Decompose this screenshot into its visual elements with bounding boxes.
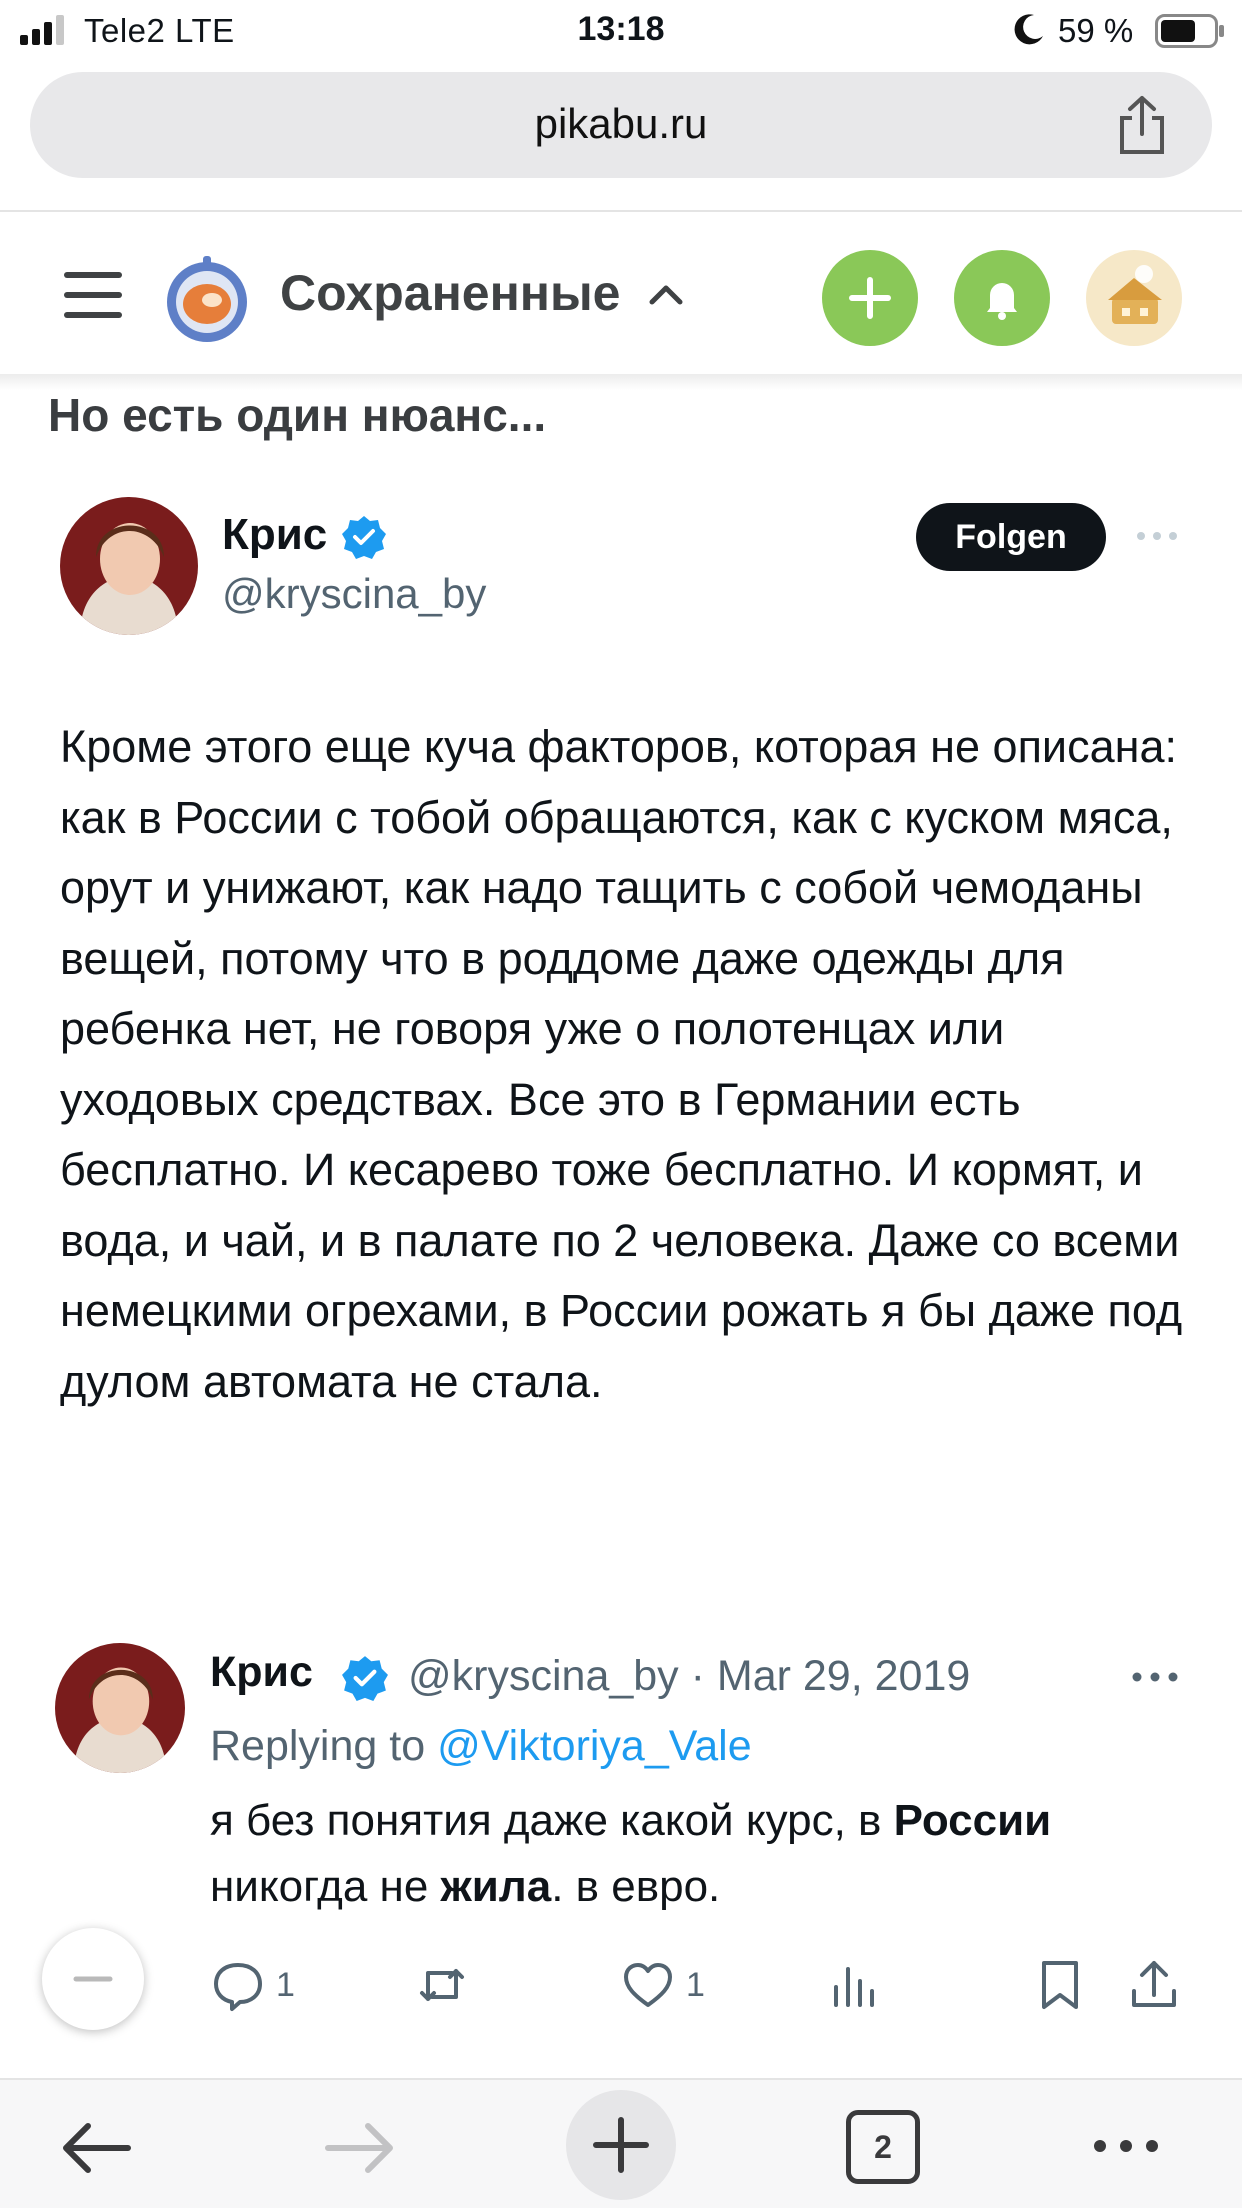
reply-text-bold: жила xyxy=(440,1862,552,1911)
reply-count: 1 xyxy=(276,1966,295,2004)
reply-author-name[interactable]: Крис xyxy=(210,1648,313,1697)
reply-text-part: я без понятия даже какой курс, в xyxy=(210,1796,894,1845)
replying-mention[interactable]: @Viktoriya_Vale xyxy=(437,1722,752,1770)
caret-up-icon[interactable] xyxy=(648,280,684,308)
tweet-actions: 1 1 xyxy=(0,1950,1242,2020)
pikabu-logo[interactable] xyxy=(162,252,252,344)
section-title[interactable]: Сохраненные xyxy=(280,264,620,322)
minus-icon xyxy=(73,1976,113,1982)
reply-handle-date[interactable]: @kryscina_by · Mar 29, 2019 xyxy=(408,1652,970,1701)
like-icon xyxy=(624,1963,672,2007)
clock: 13:18 xyxy=(577,10,665,48)
menu-dots xyxy=(1094,2140,1158,2152)
battery-icon xyxy=(1155,14,1224,48)
moon-icon xyxy=(1014,14,1043,45)
back-arrow-icon xyxy=(63,2123,131,2173)
reply-author-avatar[interactable] xyxy=(55,1643,185,1773)
bell-icon xyxy=(987,283,1017,320)
profile-photo xyxy=(60,497,198,635)
user-avatar-button[interactable] xyxy=(1086,250,1182,346)
back-button[interactable] xyxy=(58,2118,134,2178)
avatar xyxy=(1108,265,1162,324)
menu-icon[interactable] xyxy=(64,272,122,318)
reply-text: я без понятия даже какой курс, в России … xyxy=(210,1788,1190,1920)
profile-photo xyxy=(55,1643,185,1773)
share-icon[interactable] xyxy=(1114,94,1170,156)
address-bar[interactable]: pikabu.ru xyxy=(30,72,1212,178)
more-icon[interactable] xyxy=(1134,524,1180,548)
plus-icon xyxy=(849,277,891,319)
plus-icon xyxy=(593,2117,649,2173)
url-text: pikabu.ru xyxy=(534,100,708,147)
browser-toolbar: 2 xyxy=(0,2078,1242,2208)
replying-prefix: Replying to xyxy=(210,1722,426,1770)
reply-icon xyxy=(214,1963,262,2011)
follow-button[interactable]: Folgen xyxy=(916,503,1106,571)
post-title[interactable]: Но есть один нюанс... xyxy=(48,388,546,442)
replying-to: Replying to @Viktoriya_Vale xyxy=(210,1722,752,1771)
views-icon xyxy=(834,1967,874,2007)
more-icon[interactable] xyxy=(1090,2134,1162,2158)
bookmark-icon xyxy=(1042,1961,1078,2009)
forward-arrow-icon xyxy=(325,2123,393,2173)
notifications-button[interactable] xyxy=(954,250,1050,346)
verified-icon xyxy=(342,516,386,559)
forward-button[interactable] xyxy=(322,2118,398,2178)
battery-percent: 59 % xyxy=(1058,12,1134,49)
author-name[interactable]: Крис xyxy=(222,510,327,560)
retweet-icon xyxy=(420,1969,464,2001)
reply-text-part: никогда не xyxy=(210,1862,441,1911)
app-header: Сохраненные xyxy=(0,212,1242,374)
reply-text-part: . в евро. xyxy=(551,1862,721,1911)
more-icon[interactable] xyxy=(1130,1664,1180,1690)
share-icon xyxy=(1132,1961,1176,2007)
author-handle[interactable]: @kryscina_by xyxy=(222,570,486,618)
verified-icon xyxy=(342,1656,388,1701)
collapse-button[interactable] xyxy=(42,1928,144,2030)
tabs-button[interactable]: 2 xyxy=(846,2110,920,2184)
reply-text-bold: России xyxy=(893,1796,1052,1845)
add-post-button[interactable] xyxy=(822,250,918,346)
new-tab-button[interactable] xyxy=(566,2090,676,2200)
like-count: 1 xyxy=(686,1966,705,2004)
author-avatar[interactable] xyxy=(60,497,198,635)
status-bar: Tele2 LTE 13:18 59 % xyxy=(0,0,1242,62)
tweet-text: Кроме этого еще куча факторов, которая н… xyxy=(60,721,1183,1407)
